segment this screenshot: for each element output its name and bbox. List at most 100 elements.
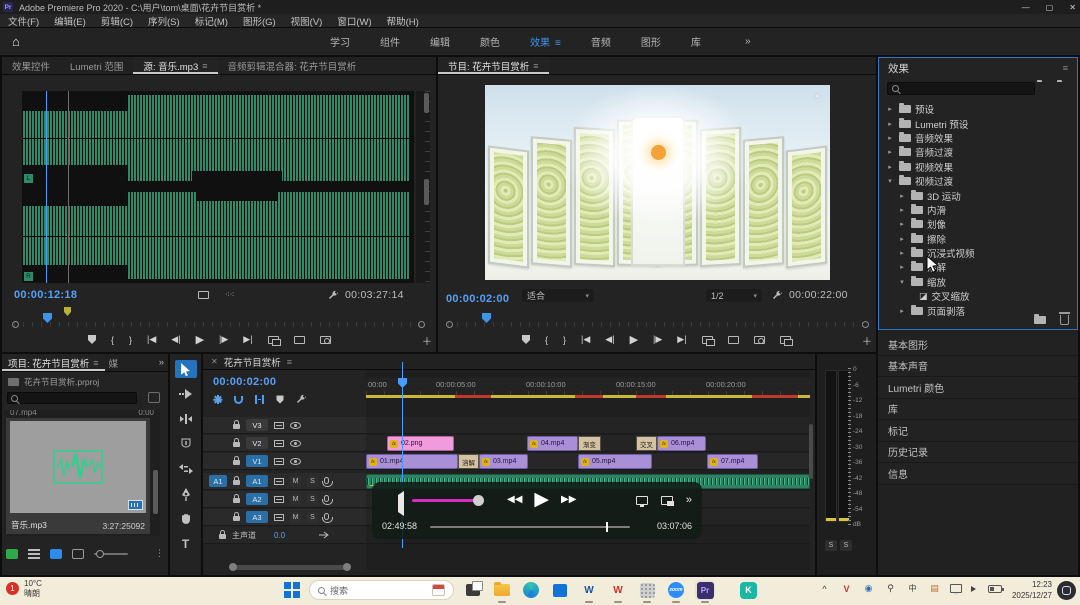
solo-button[interactable]: S	[307, 512, 318, 523]
step-back-icon[interactable]: ◀|	[605, 334, 614, 345]
add-marker-icon[interactable]	[522, 335, 530, 344]
clip-01mp4[interactable]: fx01.mp4	[366, 454, 458, 469]
mute-button[interactable]: M	[290, 476, 301, 487]
track-name-a2[interactable]: A2	[246, 493, 268, 505]
tray-v-icon[interactable]: V	[840, 582, 853, 595]
slip-tool[interactable]	[175, 460, 197, 478]
go-to-in-icon[interactable]: |◀	[147, 334, 156, 345]
drag-audio-icon[interactable]: ⁖⁖	[225, 290, 234, 299]
solo-right-button[interactable]: S	[840, 540, 852, 551]
more-options-icon[interactable]: ⋮	[155, 548, 164, 559]
volume-knob[interactable]	[473, 495, 484, 506]
tray-network-icon[interactable]: ◉	[862, 582, 875, 595]
sync-lock-icon[interactable]	[274, 478, 284, 485]
voiceover-mic-icon[interactable]	[324, 513, 329, 520]
step-forward-icon[interactable]: |▶	[653, 334, 662, 345]
zoom-level-select[interactable]: 适合▾	[522, 289, 594, 302]
step-back-icon[interactable]: ◀|	[171, 334, 180, 345]
workspace-tab-edit[interactable]: 编辑	[430, 34, 450, 49]
track-lane-v3[interactable]	[366, 417, 810, 434]
menu-marker[interactable]: 标记(M)	[195, 14, 228, 28]
export-frame-icon[interactable]	[754, 336, 765, 344]
sync-lock-icon[interactable]	[274, 514, 284, 521]
search-options-icon[interactable]	[148, 392, 160, 403]
workspace-tab-color[interactable]: 颜色	[480, 34, 500, 49]
go-to-in-icon[interactable]: |◀	[581, 334, 590, 345]
panel-menu-icon[interactable]: ≡	[1063, 63, 1068, 73]
track-name-v1[interactable]: V1	[246, 455, 268, 467]
solo-left-button[interactable]: S	[825, 540, 837, 551]
comparison-view-icon[interactable]	[780, 336, 791, 344]
tree-item-audio-transitions[interactable]: ▸音频过渡	[881, 145, 1071, 159]
tab-libraries[interactable]: 库	[878, 399, 1078, 421]
program-add-button[interactable]: ＋	[862, 333, 872, 348]
razor-tool[interactable]	[175, 435, 197, 453]
kdocs-button[interactable]: K	[740, 582, 757, 599]
tray-chevron-icon[interactable]: ^	[818, 582, 831, 595]
ripple-edit-tool[interactable]	[175, 410, 197, 428]
workspace-tab-learn[interactable]: 学习	[330, 34, 350, 49]
lock-icon[interactable]	[233, 516, 240, 521]
project-item-selected[interactable]: 音乐.mp3 3:27:25092	[6, 418, 150, 534]
timeline-settings-icon[interactable]	[296, 394, 307, 405]
list-view-icon[interactable]	[28, 549, 40, 559]
tab-lumetri-color[interactable]: Lumetri 颜色	[878, 377, 1078, 399]
panel-menu-icon[interactable]: ≡	[202, 61, 207, 71]
clip-05mp4[interactable]: fx05.mp4	[578, 454, 652, 469]
clip-07mp4[interactable]: fx07.mp4	[707, 454, 758, 469]
volume-icon[interactable]	[394, 491, 404, 516]
solo-button[interactable]: S	[307, 476, 318, 487]
source-add-button[interactable]: ＋	[422, 333, 432, 348]
tab-essential-sound[interactable]: 基本声音	[878, 356, 1078, 378]
mark-out-icon[interactable]: }	[563, 335, 566, 345]
track-name-v2[interactable]: V2	[246, 437, 268, 449]
tab-project[interactable]: 项目: 花卉节目赏析≡	[2, 354, 105, 371]
program-zoom-handle-right[interactable]	[862, 321, 869, 328]
sync-lock-icon[interactable]	[274, 440, 284, 447]
settings-wrench-icon[interactable]	[772, 290, 783, 301]
play-icon[interactable]: ▶	[196, 333, 204, 346]
clip-04mp4[interactable]: fx04.mp4	[527, 436, 578, 451]
source-vscroll[interactable]	[424, 93, 429, 113]
transition-cross[interactable]: 交叉	[636, 436, 657, 451]
new-bin-icon[interactable]	[1034, 316, 1046, 324]
track-name-v3[interactable]: V3	[246, 419, 268, 431]
task-view-button[interactable]	[463, 580, 483, 600]
source-waveform-view[interactable]: L L R R	[22, 91, 414, 283]
source-zoom-handle-right[interactable]	[418, 321, 425, 328]
tree-item-3d-motion[interactable]: ▸3D 运动	[881, 188, 1071, 202]
copilot-button[interactable]	[1057, 581, 1076, 600]
master-volume-value[interactable]: 0.0	[274, 531, 285, 540]
more-controls-icon[interactable]: »	[686, 494, 692, 506]
pan-icon[interactable]	[319, 531, 329, 539]
zoom-app-button[interactable]: zoom	[666, 580, 686, 600]
tray-input-method-icon[interactable]: 中	[906, 582, 919, 595]
workspace-overflow-icon[interactable]: »	[745, 36, 751, 47]
lock-icon[interactable]	[233, 498, 240, 503]
track-select-tool[interactable]	[175, 385, 197, 403]
sync-lock-icon[interactable]	[274, 422, 284, 429]
new-preset-bin-icon[interactable]	[1057, 82, 1071, 94]
cast-icon[interactable]	[636, 496, 648, 505]
maximize-button[interactable]: ▢	[1046, 3, 1054, 12]
mute-button[interactable]: M	[290, 512, 301, 523]
hand-tool[interactable]	[175, 510, 197, 528]
menu-file[interactable]: 文件(F)	[8, 14, 39, 28]
file-explorer-button[interactable]	[492, 580, 512, 600]
tree-item-erase[interactable]: ▸擦除	[881, 232, 1071, 246]
nest-indicator-icon[interactable]	[213, 395, 222, 404]
toggle-visibility-icon[interactable]	[290, 458, 301, 465]
project-item-partial[interactable]: 07.mp40:00	[10, 410, 154, 417]
insert-icon[interactable]	[268, 336, 279, 344]
go-to-out-icon[interactable]: ▶|	[677, 334, 686, 345]
tray-battery-icon[interactable]	[988, 585, 1002, 593]
lock-icon[interactable]	[233, 442, 240, 447]
toggle-visibility-icon[interactable]	[290, 422, 301, 429]
tree-item-immersive-video[interactable]: ▸沉浸式视频	[881, 246, 1071, 260]
tab-media-browser[interactable]: 媒	[105, 354, 123, 371]
extract-icon[interactable]	[728, 336, 739, 344]
lock-icon[interactable]	[233, 480, 240, 485]
track-lane-v2[interactable]: fx02.png fx04.mp4 渐变 交叉 fx06.mp4	[366, 435, 810, 452]
home-icon[interactable]: ⌂	[12, 34, 20, 49]
sequence-tab[interactable]: 花卉节目赏析	[224, 355, 281, 369]
